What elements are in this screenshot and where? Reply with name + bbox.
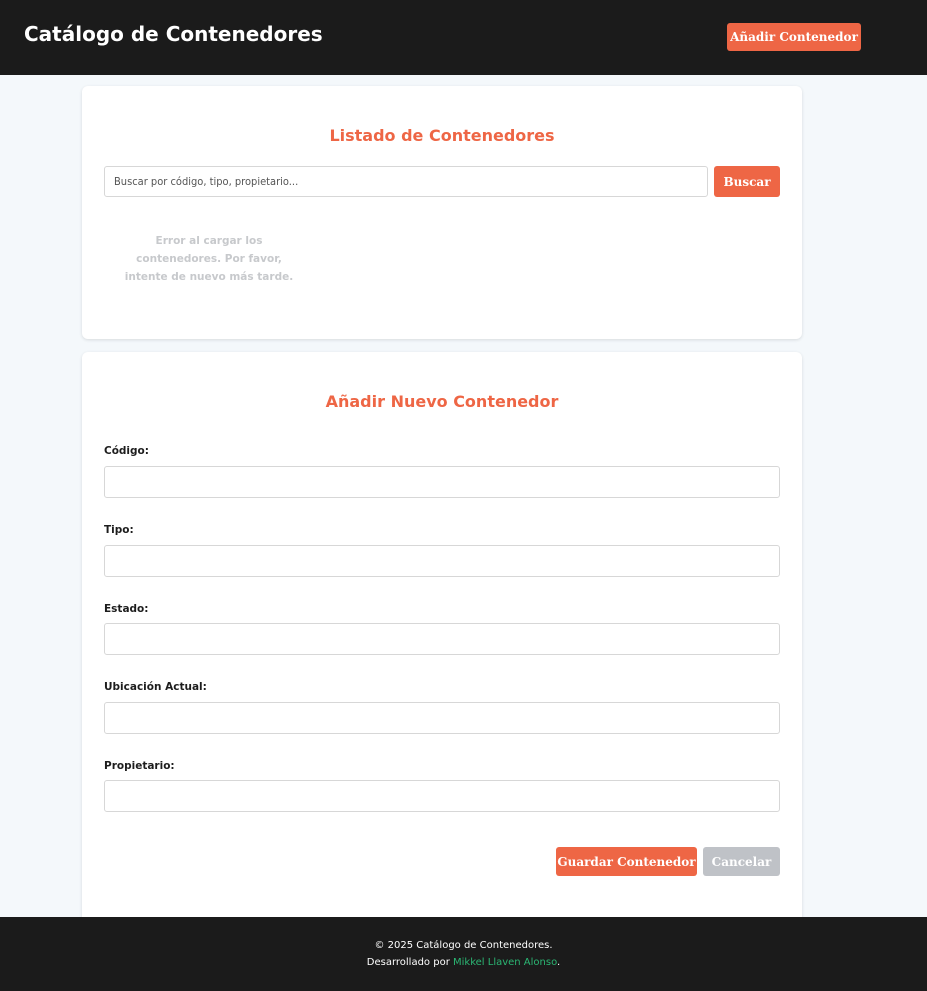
app-header: Catálogo de Contenedores Añadir Contened… <box>0 0 927 75</box>
add-container-form: Añadir Nuevo Contenedor Código: Tipo: Es… <box>82 352 802 932</box>
page-footer: © 2025 Catálogo de Contenedores. Desarro… <box>0 917 927 991</box>
form-title: Añadir Nuevo Contenedor <box>325 392 559 411</box>
tipo-label: Tipo: <box>104 524 134 536</box>
list-title: Listado de Contenedores <box>329 126 555 145</box>
add-container-button[interactable]: Añadir Contenedor <box>727 23 861 51</box>
app-title: Catálogo de Contenedores <box>24 22 323 46</box>
credits-suffix: . <box>557 957 561 968</box>
footer-credits: Desarrollado por Mikkel Llaven Alonso. <box>0 957 927 968</box>
cancel-button[interactable]: Cancelar <box>703 847 780 876</box>
error-message: Error al cargar los contenedores. Por fa… <box>124 235 294 283</box>
search-input[interactable] <box>104 166 708 197</box>
codigo-label: Código: <box>104 445 149 457</box>
codigo-field[interactable] <box>104 466 780 498</box>
credits-prefix: Desarrollado por <box>366 957 450 968</box>
ubicacion-label: Ubicación Actual: <box>104 681 207 693</box>
developer-link[interactable]: Mikkel Llaven Alonso <box>453 957 557 968</box>
search-button[interactable]: Buscar <box>714 166 780 197</box>
footer-copyright: © 2025 Catálogo de Contenedores. <box>374 940 553 951</box>
container-list-section: Listado de Contenedores Buscar Error al … <box>82 86 802 339</box>
save-container-button[interactable]: Guardar Contenedor <box>556 847 697 876</box>
estado-field[interactable] <box>104 623 780 655</box>
tipo-field[interactable] <box>104 545 780 577</box>
propietario-field[interactable] <box>104 780 780 812</box>
propietario-label: Propietario: <box>104 760 175 772</box>
estado-label: Estado: <box>104 603 149 615</box>
ubicacion-field[interactable] <box>104 702 780 734</box>
